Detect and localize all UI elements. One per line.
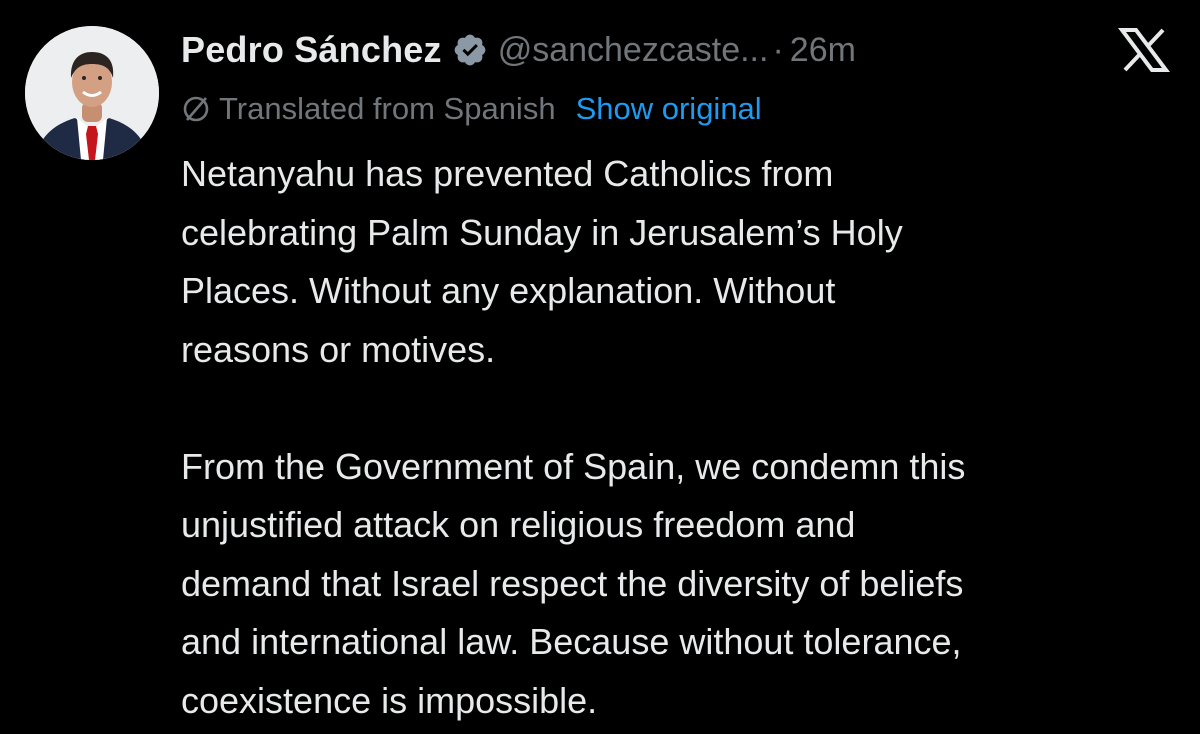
verified-badge-icon [452,32,488,68]
text-line: Netanyahu has prevented Catholics from [181,153,834,194]
globe-slash-icon [181,94,211,124]
separator-dot: · [772,30,784,69]
timestamp[interactable]: 26m [790,31,856,70]
text-line: and international law. Because without t… [181,621,962,662]
tweet-paragraph: Netanyahu has prevented Catholics from c… [181,145,1181,379]
text-line: Places. Without any explanation. Without [181,270,836,311]
tweet-text: Netanyahu has prevented Catholics from c… [181,145,1181,730]
text-line: From the Government of Spain, we condemn… [181,445,966,487]
x-logo-icon[interactable] [1118,28,1170,72]
text-line: coexistence is impossible. [181,679,598,721]
tweet-paragraph: From the Government of Spain, we condemn… [181,438,1181,731]
text-line: unjustified attack on religious freedom … [181,504,856,545]
translation-notice: Translated from Spanish Show original [181,86,762,132]
tweet-header: Pedro Sánchez @sanchezcaste... · 26m [181,24,856,76]
avatar[interactable] [25,26,159,160]
text-line: celebrating Palm Sunday in Jerusalem’s H… [181,211,903,253]
avatar-image [25,26,159,160]
translation-label: Translated from Spanish [219,91,556,126]
text-line: reasons or motives. [181,328,496,370]
show-original-link[interactable]: Show original [576,91,762,127]
author-handle[interactable]: @sanchezcaste... [498,31,769,70]
text-line: demand that Israel respect the diversity… [181,562,964,604]
author-name[interactable]: Pedro Sánchez [181,29,442,71]
tweet: Pedro Sánchez @sanchezcaste... · 26m Tra… [0,0,1200,734]
